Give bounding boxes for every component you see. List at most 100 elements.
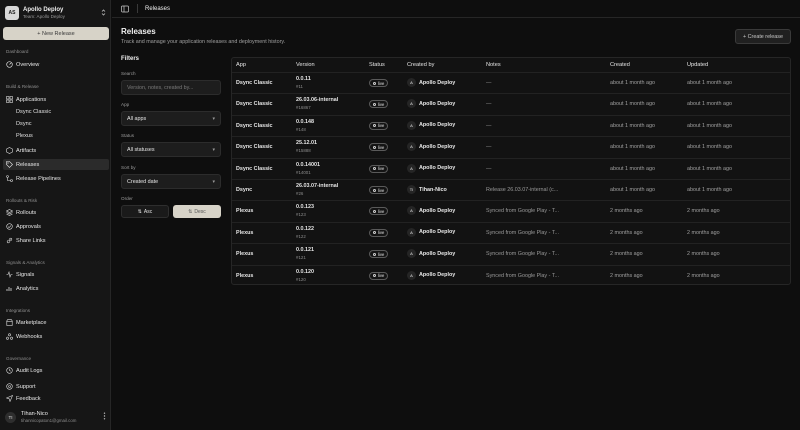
table-row[interactable]: Dsync Classic 25.12.01 #15888 live A Apollo D… — [232, 136, 790, 157]
sidebar-app-dsync[interactable]: Dsync — [16, 119, 32, 129]
row-created-by: A Apollo Deploy — [407, 142, 455, 152]
table-row[interactable]: Plexus 0.0.122 #122 live A Apollo Deploy Synce… — [232, 221, 790, 243]
column-header-version[interactable]: Version — [296, 58, 315, 72]
create-release-button[interactable]: + Create release — [735, 29, 791, 44]
row-created: 2 months ago — [610, 272, 643, 279]
row-app: Dsync Classic — [236, 101, 273, 108]
status-label: live — [378, 273, 385, 279]
sidebar-item-feedback[interactable]: Feedback — [3, 393, 109, 404]
creator-avatar: A — [407, 120, 416, 130]
column-header-created[interactable]: Created — [610, 58, 630, 72]
status-filter-label: Status — [121, 133, 135, 138]
column-header-updated[interactable]: Updated — [687, 58, 708, 72]
row-created: about 1 month ago — [610, 144, 655, 151]
creator-avatar: A — [407, 249, 416, 259]
row-created: about 1 month ago — [610, 187, 655, 193]
sidebar-item-rollouts[interactable]: Rollouts — [3, 207, 109, 218]
status-dot-icon — [373, 124, 376, 128]
table-row[interactable]: Dsync 26.03.07-internal #26 live TI Tihan-Nic… — [232, 179, 790, 200]
app-filter-select[interactable]: All apps ▾ — [121, 111, 221, 126]
row-app: Dsync Classic — [236, 122, 273, 129]
team-switcher[interactable]: AS Apollo Deploy Team: Apollo Deploy — [5, 4, 107, 22]
row-version: 0.0.121 — [296, 247, 314, 254]
sidebar-item-label: Signals — [16, 271, 35, 278]
status-dot-icon — [373, 274, 376, 278]
sidebar-item-label: Overview — [16, 61, 40, 68]
row-created: 2 months ago — [610, 229, 643, 236]
sidebar-item-audit-logs[interactable]: Audit Logs — [3, 365, 109, 376]
layers-icon — [6, 209, 13, 216]
new-release-button[interactable]: + New Release — [3, 27, 109, 40]
status-label: live — [378, 101, 385, 107]
table-row[interactable]: Plexus 0.0.121 #121 live A Apollo Deploy Synce… — [232, 243, 790, 264]
status-filter-select[interactable]: All statuses ▾ — [121, 142, 221, 157]
user-menu[interactable]: TI Tihan-Nico tihannicopaton1@gmail.com — [3, 408, 109, 426]
clock-icon — [6, 367, 13, 374]
row-app: Dsync Classic — [236, 80, 273, 86]
row-notes: — — [486, 101, 492, 108]
row-created-by: A Apollo Deploy — [407, 78, 455, 87]
sidebar-item-artifacts[interactable]: Artifacts — [3, 145, 109, 156]
chevron-down-icon: ▾ — [212, 146, 215, 153]
help-circle-icon — [6, 383, 13, 390]
row-build-number: #120 — [296, 276, 306, 282]
column-header-app[interactable]: App — [236, 58, 246, 72]
sidebar-item-overview[interactable]: Overview — [3, 59, 109, 70]
sidebar-item-marketplace[interactable]: Marketplace — [3, 317, 109, 328]
chart-icon — [6, 285, 13, 292]
sidebar-item-release-pipelines[interactable]: Release Pipelines — [3, 173, 109, 184]
row-created-by: A Apollo Deploy — [407, 249, 455, 259]
order-asc-label: Asc — [143, 208, 153, 215]
box-icon — [6, 147, 13, 154]
sidebar-item-support[interactable]: Support — [3, 381, 109, 392]
order-desc-button[interactable]: ⇅ Desc — [173, 205, 221, 218]
creator-avatar: A — [407, 270, 416, 280]
row-created-by: A Apollo Deploy — [407, 270, 455, 280]
status-badge: live — [369, 207, 389, 216]
row-updated: 2 months ago — [687, 229, 720, 236]
more-vertical-icon[interactable] — [103, 412, 109, 422]
sidebar-item-approvals[interactable]: Approvals — [3, 221, 109, 232]
row-created: 2 months ago — [610, 251, 643, 258]
search-input[interactable]: Version, notes, created by... — [121, 80, 221, 95]
row-version: 0.0.123 — [296, 204, 314, 211]
topbar-divider — [137, 4, 138, 13]
sidebar-item-label: Analytics — [16, 285, 39, 292]
sort-select[interactable]: Created date ▾ — [121, 174, 221, 189]
sidebar-item-webhooks[interactable]: Webhooks — [3, 331, 109, 342]
sidebar-toggle-icon[interactable] — [121, 5, 129, 13]
column-header-notes[interactable]: Notes — [486, 58, 501, 72]
row-updated: about 1 month ago — [687, 80, 732, 86]
table-row[interactable]: Dsync Classic 0.0.148 #148 live A Apollo Depl… — [232, 114, 790, 136]
sidebar-item-analytics[interactable]: Analytics — [3, 283, 109, 294]
sidebar-item-label: Rollouts — [16, 209, 37, 216]
sidebar-item-signals[interactable]: Signals — [3, 269, 109, 280]
table-row[interactable]: Dsync Classic 26.03.06-internal #16867 live… — [232, 93, 790, 114]
sidebar-item-share-links[interactable]: Share Links — [3, 235, 109, 246]
sidebar-item-label: Marketplace — [16, 319, 47, 326]
row-build-number: #11 — [296, 84, 303, 89]
table-row[interactable]: Dsync Classic 0.0.14001 #14001 live A Apollo … — [232, 157, 790, 179]
page-subtitle: Track and manage your application releas… — [121, 39, 286, 45]
sidebar-item-applications[interactable]: Applications — [3, 94, 109, 105]
row-version: 0.0.11 — [296, 76, 311, 82]
gauge-icon — [6, 61, 13, 68]
search-label: Search — [121, 71, 136, 76]
team-name: Apollo Deploy — [23, 7, 64, 13]
sidebar-app-plexus[interactable]: Plexus — [16, 131, 33, 141]
row-created: about 1 month ago — [610, 101, 655, 108]
sidebar-item-releases[interactable]: Releases — [3, 159, 109, 170]
column-header-created-by[interactable]: Created by — [407, 58, 434, 72]
status-label: live — [378, 187, 385, 193]
row-updated: about 1 month ago — [687, 101, 732, 108]
row-version: 0.0.122 — [296, 225, 314, 232]
sidebar-app-dsync-classic[interactable]: Dsync Classic — [16, 107, 51, 117]
table-row[interactable]: Plexus 0.0.123 #123 live A Apollo Deploy Synce… — [232, 200, 790, 221]
order-asc-button[interactable]: ⇅ Asc — [121, 205, 169, 218]
tag-icon — [6, 161, 13, 168]
table-row[interactable]: Plexus 0.0.120 #120 live A Apollo Deploy Synce… — [232, 264, 790, 286]
table-row[interactable]: Dsync Classic 0.0.11 #11 live A Apollo Deploy… — [232, 72, 790, 93]
chevron-down-icon: ▾ — [212, 115, 215, 122]
column-header-status[interactable]: Status — [369, 58, 385, 72]
avatar: TI — [5, 411, 16, 423]
